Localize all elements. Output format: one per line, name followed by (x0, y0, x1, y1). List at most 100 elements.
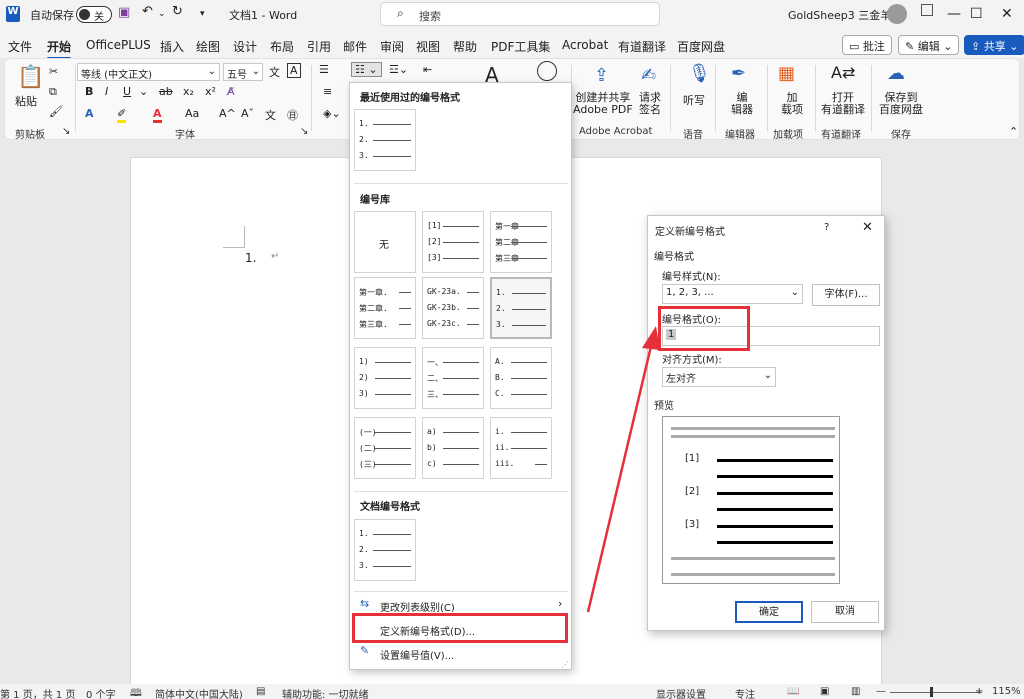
undo-icon[interactable]: ↶ (142, 4, 153, 19)
editing-button[interactable]: ✎ 编辑 ⌄ (898, 35, 960, 55)
focus-mode[interactable]: 专注 (735, 686, 755, 699)
user-name[interactable]: GoldSheep3 三金羊 (788, 7, 891, 23)
enclose-char-icon[interactable]: ㊐ (287, 107, 298, 123)
resize-grip-icon[interactable]: ⋰ (561, 660, 569, 669)
numbering-format-option[interactable]: A. B. C. (490, 347, 552, 409)
numbering-format-option[interactable]: 一、 二、 三、 (422, 347, 484, 409)
zoom-in-icon[interactable]: + (975, 686, 983, 697)
numbering-format-document[interactable]: 1. 2. 3. (354, 519, 416, 581)
cut-icon[interactable]: ✂ (49, 65, 58, 78)
numbering-format-option[interactable]: GK-23a. GK-23b. GK-23c. (422, 277, 484, 339)
web-layout-icon[interactable]: ▥ (851, 686, 860, 697)
microphone-icon[interactable]: 🎙 (688, 63, 711, 84)
ribbon-display-icon[interactable] (921, 4, 933, 16)
accessibility[interactable]: 辅助功能: 一切就绪 (282, 686, 369, 699)
tab-acrobat[interactable]: Acrobat (562, 38, 608, 52)
paste-icon[interactable]: 📋 (17, 65, 44, 90)
underline-dropdown-icon[interactable]: ⌄ (139, 85, 148, 98)
comment-button[interactable]: ▭ 批注 (842, 35, 892, 55)
numbering-format-option[interactable]: (一) (二) (三) (354, 417, 416, 479)
char-border-icon[interactable]: A (287, 63, 301, 78)
addins-icon[interactable]: ▦ (778, 63, 795, 84)
numbering-format-option[interactable]: 1. 2. 3. (490, 277, 552, 339)
zoom-level[interactable]: 115% (992, 686, 1021, 697)
highlight-icon[interactable]: ✐ (117, 107, 127, 123)
zoom-slider-thumb[interactable] (930, 687, 933, 697)
copy-icon[interactable]: ⧉ (49, 85, 57, 99)
tab-pdf-tools[interactable]: PDF工具集 (491, 38, 550, 55)
font-launcher-icon[interactable]: ↘ (300, 126, 308, 137)
pinyin-icon[interactable]: 文 (265, 107, 276, 123)
alignment-select[interactable]: 左对齐 ⌄ (662, 367, 776, 387)
minimize-icon[interactable]: — (947, 6, 961, 22)
shading-icon[interactable]: ◈⌄ (323, 107, 341, 120)
tab-baidu[interactable]: 百度网盘 (677, 38, 725, 55)
baidu-cloud-icon[interactable]: ☁ (887, 63, 905, 84)
tab-youdao[interactable]: 有道翻译 (618, 38, 666, 55)
close-icon[interactable]: ✕ (1001, 6, 1013, 22)
tab-review[interactable]: 审阅 (380, 38, 404, 55)
avatar[interactable] (887, 4, 907, 24)
align-left-icon[interactable]: ≡ (323, 85, 332, 98)
numbering-format-none[interactable]: 无 (354, 211, 416, 273)
tab-mailings[interactable]: 邮件 (343, 38, 367, 55)
numbering-icon[interactable]: ☷ ⌄ (351, 62, 382, 77)
collapse-ribbon-icon[interactable]: ⌃ (1009, 125, 1018, 138)
page-count[interactable]: 第 1 页，共 1 页 (0, 686, 75, 699)
numbering-format-option[interactable]: 第一章. 第二章. 第三章. (354, 277, 416, 339)
grow-font-icon[interactable]: A^ (219, 107, 236, 120)
redo-icon[interactable]: ↻ (172, 4, 183, 19)
underline-icon[interactable]: U (123, 85, 131, 98)
dialog-close-icon[interactable]: ✕ (862, 220, 873, 235)
track-icon[interactable]: ▤ (256, 686, 265, 697)
numbering-format-option[interactable]: [1] [2] [3] (422, 211, 484, 273)
format-painter-icon[interactable]: 🖌 (49, 105, 63, 118)
maximize-icon[interactable]: ☐ (970, 6, 983, 22)
customize-toolbar-icon[interactable]: ▾ (200, 9, 205, 19)
open-translate-button[interactable]: 打开 有道翻译 (821, 92, 865, 116)
help-icon[interactable]: ? (824, 222, 829, 233)
numbering-format-recent[interactable]: 1. 2. 3. (354, 109, 416, 171)
numbering-format-option[interactable]: 第一章 第二章 第三章 (490, 211, 552, 273)
paste-button[interactable]: 粘贴 (15, 93, 37, 109)
create-pdf-icon[interactable]: ⇪ (594, 65, 609, 86)
cancel-button[interactable]: 取消 (811, 601, 879, 623)
share-button[interactable]: ⇪ 共享 ⌄ (964, 35, 1024, 55)
font-name-combo[interactable]: 等线 (中文正文) ⌄ (77, 63, 220, 81)
addins-button[interactable]: 加 载项 (781, 92, 803, 116)
request-sign-icon[interactable]: ✍ (641, 65, 656, 86)
search-box[interactable]: ⌕ 搜索 (380, 2, 660, 26)
define-new-format-item[interactable]: 定义新编号格式(D)... (380, 623, 475, 638)
change-case-icon[interactable]: Aa (185, 107, 199, 120)
translate-icon[interactable]: A⇄ (831, 63, 855, 82)
superscript-icon[interactable]: x² (205, 85, 216, 98)
ok-button[interactable]: 确定 (735, 601, 803, 623)
editor-icon[interactable]: ✒ (731, 63, 746, 84)
numbering-format-option[interactable]: i. ii. iii. (490, 417, 552, 479)
tab-draw[interactable]: 绘图 (196, 38, 220, 55)
font-size-combo[interactable]: 五号 ⌄ (223, 63, 263, 81)
tab-help[interactable]: 帮助 (453, 38, 477, 55)
tab-design[interactable]: 设计 (233, 38, 257, 55)
autosave-toggle[interactable]: 关 (76, 6, 112, 23)
font-color-icon[interactable]: A (153, 107, 162, 123)
editor-button[interactable]: 编 辑器 (731, 92, 753, 116)
language[interactable]: 简体中文(中国大陆) (155, 686, 243, 699)
tab-home[interactable]: 开始 (47, 38, 72, 60)
italic-icon[interactable]: I (105, 85, 108, 98)
read-mode-icon[interactable]: 📖 (787, 686, 799, 697)
set-numbering-value-item[interactable]: 设置编号值(V)... (380, 647, 454, 662)
subscript-icon[interactable]: x₂ (183, 85, 194, 98)
zoom-slider[interactable] (890, 692, 982, 693)
bold-icon[interactable]: B (85, 85, 93, 98)
dialog-launcher-icon[interactable]: ↘ (62, 126, 70, 137)
book-icon[interactable]: 🕮 (130, 686, 142, 699)
numbering-style-select[interactable]: 1, 2, 3, ... ⌄ (662, 284, 803, 304)
request-sign-button[interactable]: 请求 签名 (639, 92, 661, 116)
tab-insert[interactable]: 插入 (160, 38, 184, 55)
font-button[interactable]: 字体(F)... (812, 284, 880, 306)
tab-view[interactable]: 视图 (416, 38, 440, 55)
clear-format-icon[interactable]: A̸ (227, 85, 235, 98)
decrease-indent-icon[interactable]: ⇤ (423, 63, 432, 76)
numbering-format-option[interactable]: a) b) c) (422, 417, 484, 479)
